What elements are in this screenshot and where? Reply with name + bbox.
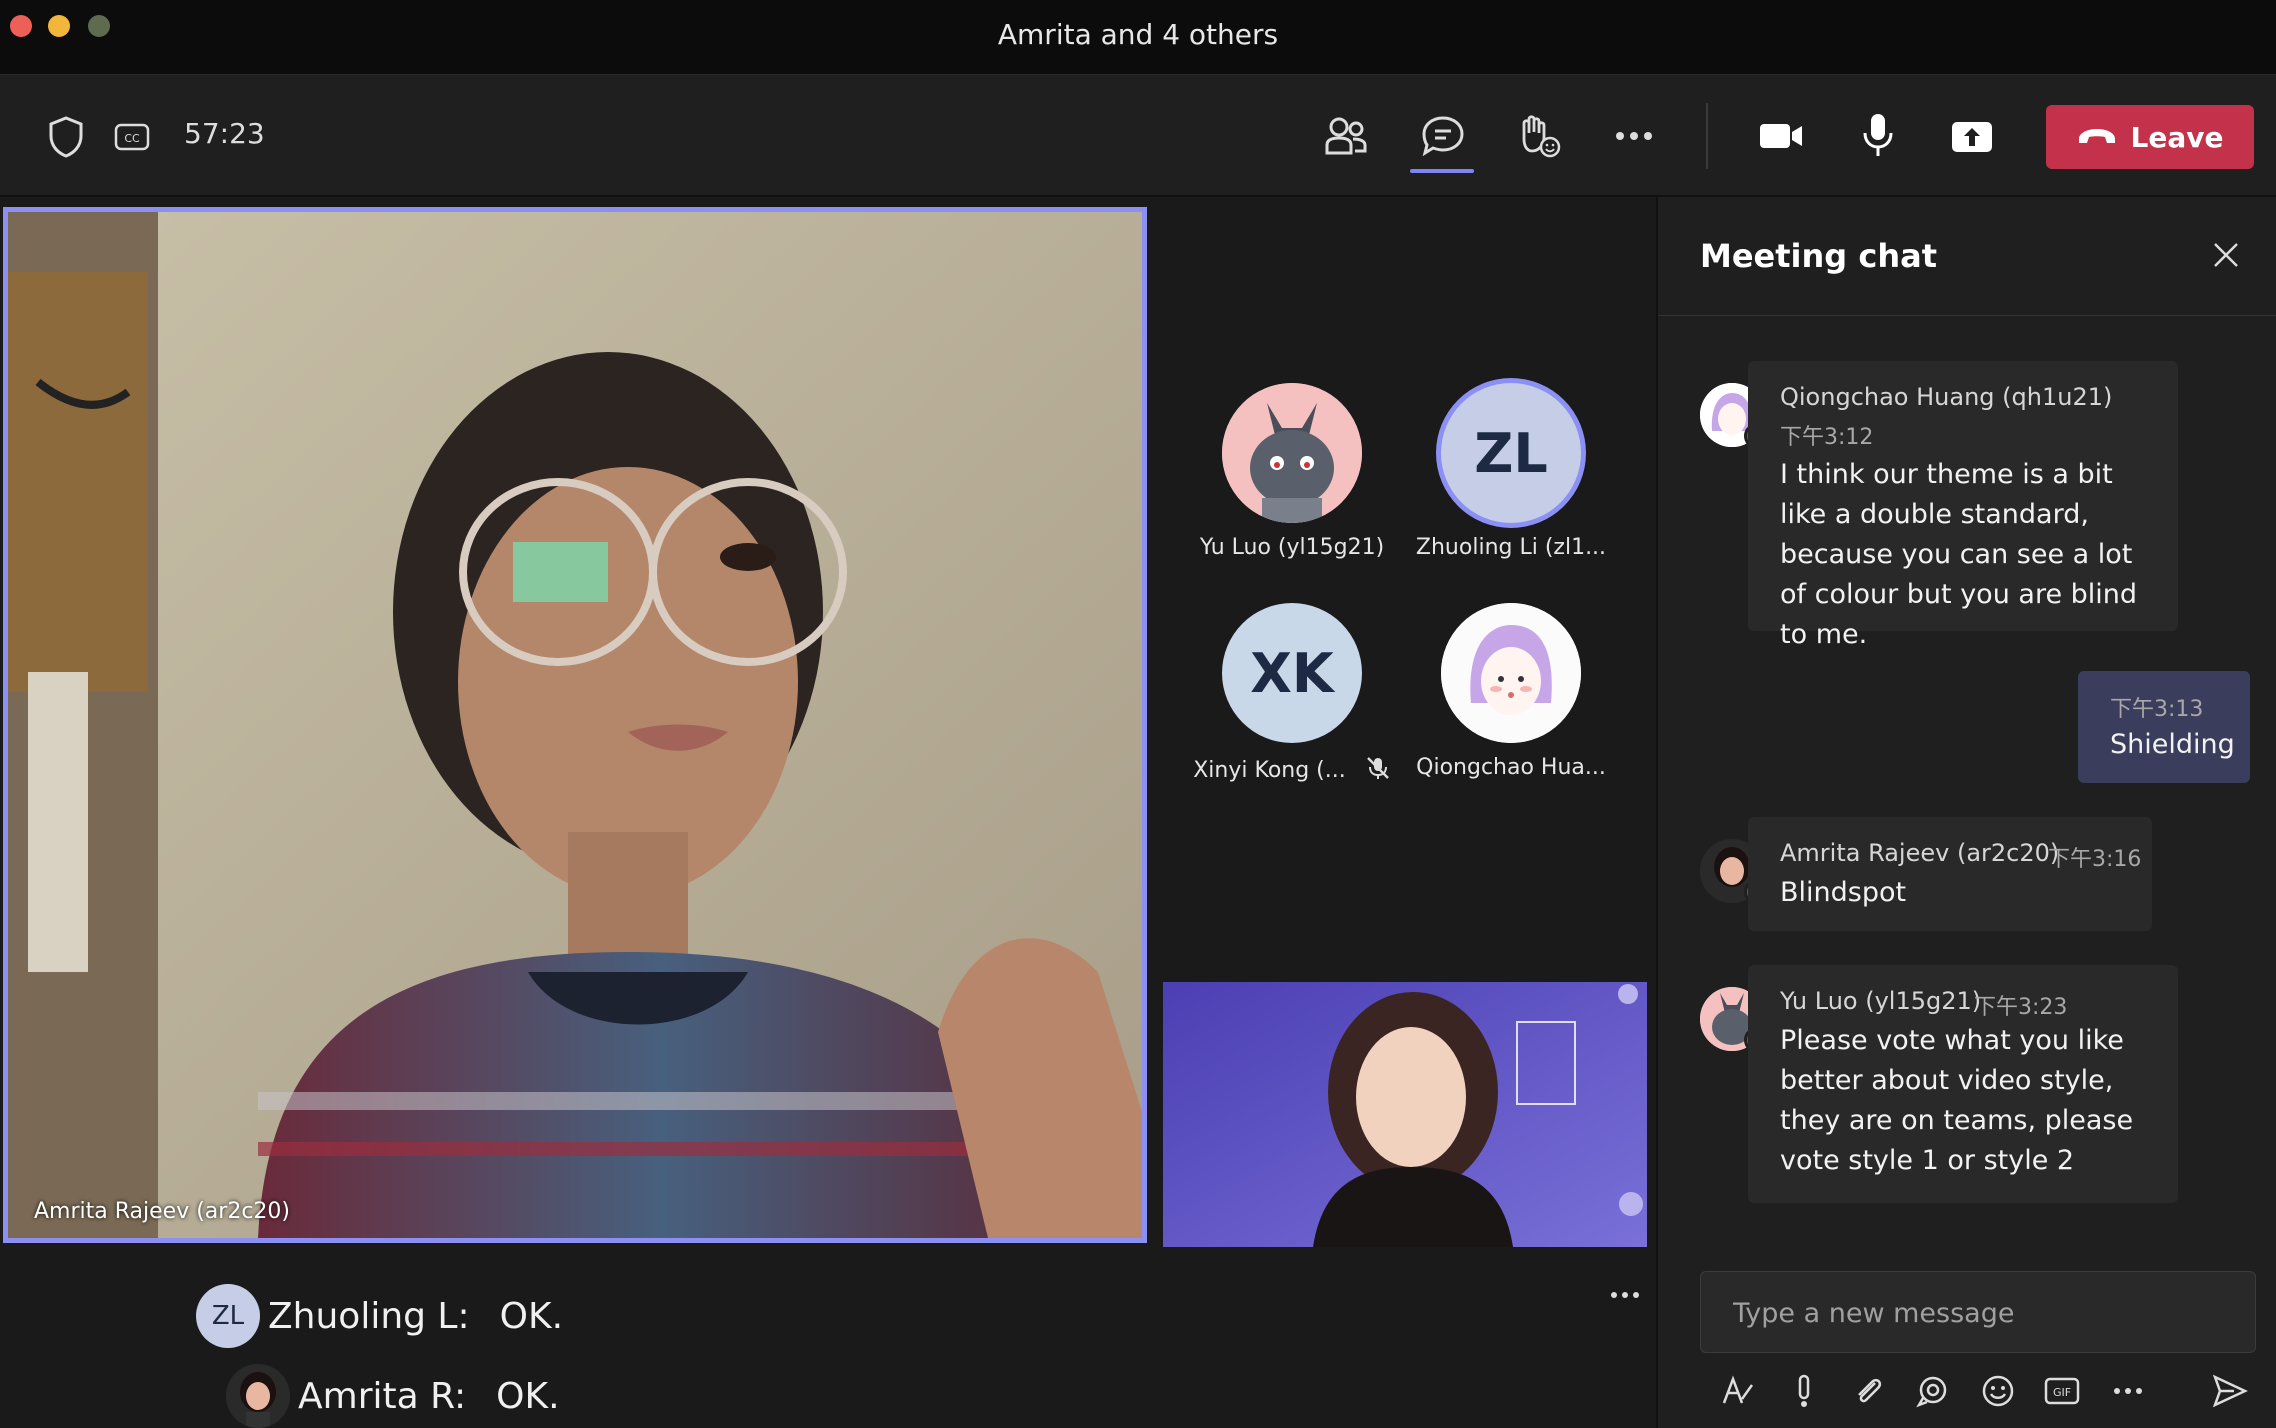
microphone-icon[interactable] [1858,109,1898,161]
close-icon [2214,243,2238,267]
meeting-stage: Amrita Rajeev (ar2c20) Yu Luo (yl15g21) … [0,197,1656,1428]
tile-label: Xinyi Kong (... [1193,758,1346,783]
chat-active-indicator [1410,169,1474,173]
caption-line: Amrita R: OK. [226,1364,560,1428]
participant-tile-qiongchao-huang[interactable]: Qiongchao Hua... [1411,603,1611,780]
tile-label: Yu Luo (yl15g21) [1199,535,1385,560]
avatar: XK [1222,603,1362,743]
shield-icon[interactable] [44,113,88,161]
chat-icon[interactable] [1418,111,1468,161]
share-icon[interactable] [1948,113,1996,159]
raise-hand-icon[interactable] [1514,111,1564,161]
avatar: ZL [1441,383,1581,523]
caption-line: ZL Zhuoling L: OK. [196,1284,563,1348]
message-time: 下午3:16 [2048,847,2142,872]
caption-text: OK. [499,1295,564,1337]
avatar-initials: ZL [1474,421,1548,485]
chat-header: Meeting chat [1658,197,2276,316]
tile-label: Zhuoling Li (zl1... [1415,535,1607,560]
message-time: 下午3:13 [2110,697,2204,722]
participant-video-image [8,212,1142,1238]
avatar-initials: XK [1250,641,1334,705]
caption-text: OK. [496,1375,560,1417]
window-titlebar: Amrita and 4 others [0,0,2276,75]
message-text: I think our theme is a bit like a double… [1780,459,2138,650]
participant-tile-yu-luo[interactable]: Yu Luo (yl15g21) [1192,383,1392,560]
important-icon[interactable] [1782,1369,1826,1413]
avatar [1222,383,1362,523]
camera-icon[interactable] [1756,115,1806,157]
avatar: ZL [196,1284,260,1348]
leave-label: Leave [2130,120,2224,154]
more-icon[interactable] [1612,125,1656,147]
avatar [226,1364,290,1428]
leave-button[interactable]: Leave [2046,105,2254,169]
people-icon[interactable] [1322,111,1370,161]
chat-message[interactable]: Qiongchao Huang (qh1u21) 下午3:12 I think … [1748,361,2178,650]
loop-icon[interactable] [1910,1369,1954,1413]
message-time: 下午3:23 [1974,995,2068,1020]
participant-tile-zhuoling-li[interactable]: ZL Zhuoling Li (zl1... [1411,383,1611,560]
more-options-icon[interactable] [2106,1369,2150,1413]
chat-message[interactable]: Amrita Rajeev (ar2c20) 下午3:16 Blindspot [1748,817,2152,931]
mic-muted-icon [1365,755,1391,787]
main-video-feed[interactable]: Amrita Rajeev (ar2c20) [3,207,1147,1243]
message-text: Please vote what you like better about v… [1780,1025,2134,1176]
avatar-initials: ZL [211,1301,245,1331]
caption-speaker: Amrita R: [298,1375,467,1417]
caption-speaker: Zhuoling L: [268,1295,470,1337]
message-text: Blindspot [1780,877,1907,908]
message-sender: Qiongchao Huang (qh1u21) [1780,383,2113,411]
phone-hangup-icon [2077,121,2117,154]
chat-message-mine[interactable]: 下午3:13 Shielding [2078,671,2250,783]
meeting-chat-panel: Meeting chat Qiongchao Huang (qh1u21) 下午… [1656,197,2276,1428]
meeting-toolbar: CC 57:23 Leave [0,75,2276,197]
chat-title: Meeting chat [1700,237,1937,275]
svg-text:GIF: GIF [2053,1386,2071,1399]
message-input[interactable] [1731,1292,2215,1334]
participant-name-tag: Amrita Rajeev (ar2c20) [34,1199,290,1224]
self-view-video[interactable] [1163,982,1647,1247]
toolbar-divider [1706,103,1708,169]
message-sender: Yu Luo (yl15g21) [1780,987,1982,1015]
emoji-icon[interactable] [1976,1369,2020,1413]
participant-tile-xinyi-kong[interactable]: XK Xinyi Kong (... [1192,603,1392,787]
self-view-image [1163,982,1647,1247]
send-icon[interactable] [2208,1369,2252,1413]
caption-more-button[interactable] [1610,1285,1640,1299]
format-icon[interactable] [1716,1369,1760,1413]
closed-captions-icon[interactable]: CC [112,119,152,155]
message-text: Shielding [2110,729,2235,760]
avatar [1441,603,1581,743]
meeting-timer: 57:23 [184,117,265,150]
chat-message[interactable]: Yu Luo (yl15g21) 下午3:23 Please vote what… [1748,965,2178,1203]
window-title: Amrita and 4 others [997,18,1279,51]
close-chat-button[interactable] [2210,239,2246,275]
message-time: 下午3:12 [1780,425,1874,450]
tile-label-row: Xinyi Kong (... [1192,755,1392,787]
svg-text:CC: CC [124,132,140,145]
compose-box[interactable] [1700,1271,2256,1353]
gif-icon[interactable]: GIF [2040,1369,2084,1413]
more-icon [1611,1292,1639,1298]
tile-label: Qiongchao Hua... [1416,755,1606,780]
message-sender: Amrita Rajeev (ar2c20) [1780,839,2060,867]
attach-icon[interactable] [1846,1369,1890,1413]
